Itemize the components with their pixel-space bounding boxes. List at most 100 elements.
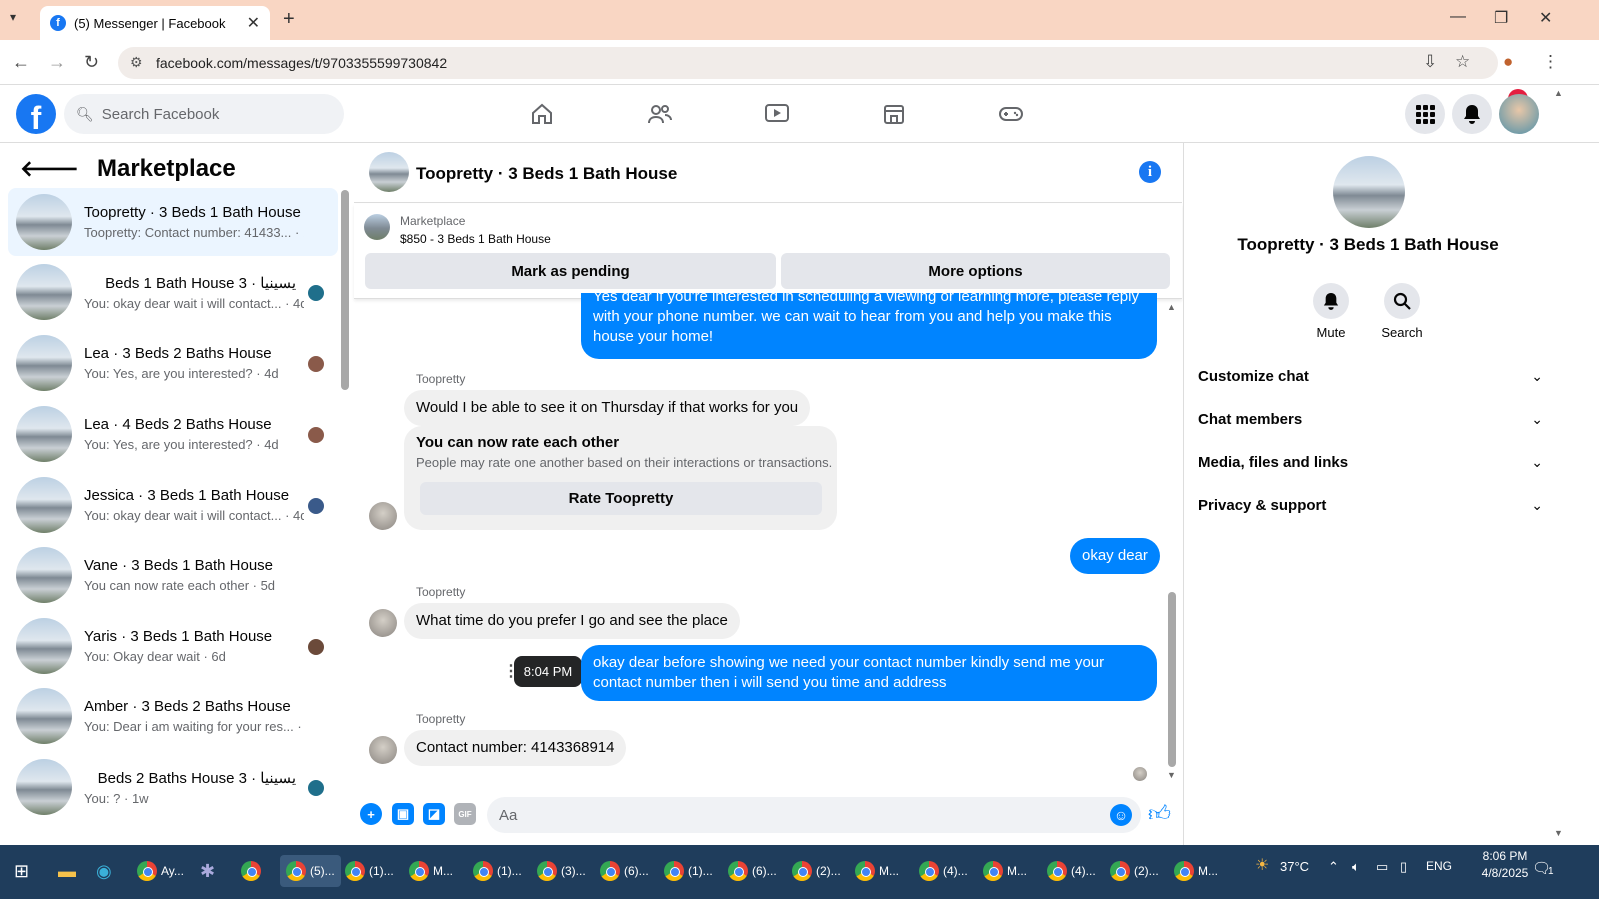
taskbar-chrome-window[interactable]: M... — [983, 855, 1027, 887]
incoming-message[interactable]: Would I be able to see it on Thursday if… — [404, 390, 811, 426]
gaming-icon[interactable] — [991, 98, 1031, 130]
taskbar-chrome-window[interactable]: (1)... — [664, 855, 713, 887]
chat-scrollbar[interactable] — [1168, 592, 1176, 767]
plus-icon[interactable]: + — [360, 803, 382, 825]
privacy-support-section[interactable]: Privacy & support ⌄ — [1198, 497, 1543, 514]
marketplace-icon[interactable] — [874, 98, 914, 130]
listing-price[interactable]: $850 - 3 Beds 1 Bath House — [400, 232, 551, 246]
gif-icon[interactable]: GIF — [454, 803, 476, 825]
language-indicator[interactable]: ENG — [1426, 859, 1452, 873]
edge-icon[interactable]: ◉ — [96, 855, 112, 887]
incoming-message[interactable]: What time do you prefer I go and see the… — [404, 603, 740, 639]
sender-avatar[interactable] — [369, 502, 397, 530]
like-thumb-icon[interactable]: 👍︎ — [1148, 800, 1171, 827]
taskbar-chrome-window[interactable]: (4)... — [1047, 855, 1096, 887]
taskbar-chrome-window[interactable]: (2)... — [1110, 855, 1159, 887]
taskbar-chrome-window[interactable]: (4)... — [919, 855, 968, 887]
conversation-item[interactable]: Lea · 3 Beds 2 Baths House You: Yes, are … — [8, 329, 338, 397]
menu-grid-icon[interactable] — [1405, 94, 1445, 134]
chat-info-thumbnail[interactable] — [1333, 156, 1405, 228]
mark-as-pending-button[interactable]: Mark as pending — [365, 253, 776, 289]
back-icon[interactable]: ← — [12, 52, 30, 73]
mute-button[interactable]: Mute — [1301, 283, 1361, 340]
left-scrollbar[interactable] — [341, 190, 349, 390]
taskbar-chrome-window[interactable]: M... — [409, 855, 453, 887]
incoming-message[interactable]: Contact number: 4143368914 — [404, 730, 627, 766]
info-icon[interactable]: i — [1139, 161, 1161, 183]
conversation-item[interactable]: يسينيا · 3 Beds 1 Bath House You: okay de… — [8, 258, 338, 326]
account-avatar[interactable] — [1499, 94, 1539, 134]
chat-title[interactable]: Toopretty · 3 Beds 1 Bath House — [416, 164, 677, 184]
network-icon[interactable]: ▯ — [1400, 859, 1407, 875]
scroll-down-icon[interactable]: ▼ — [1167, 770, 1176, 780]
taskbar-chrome-window-active[interactable]: (5)... — [280, 855, 341, 887]
outgoing-message[interactable]: okay dear before showing we need your co… — [581, 645, 1157, 701]
browser-menu-icon[interactable]: ⋮ — [1542, 52, 1559, 72]
conversation-item[interactable]: Vane · 3 Beds 1 Bath House You can now ra… — [8, 541, 338, 609]
facebook-search-input[interactable]: 🔍︎ Search Facebook — [64, 94, 344, 134]
tray-overflow-icon[interactable]: ⌃ — [1328, 859, 1339, 875]
install-app-icon[interactable]: ⇩ — [1423, 52, 1437, 72]
photo-icon[interactable]: ▣ — [392, 803, 414, 825]
taskbar-chrome-window[interactable]: (3)... — [537, 855, 586, 887]
rate-button[interactable]: Rate Toopretty — [420, 482, 822, 515]
restore-icon[interactable]: ❐ — [1494, 8, 1508, 28]
taskbar-chrome-window[interactable]: M... — [855, 855, 899, 887]
tab-search-icon[interactable]: ▾ — [10, 10, 16, 24]
app-icon[interactable]: ✱ — [200, 855, 215, 887]
more-options-button[interactable]: More options — [781, 253, 1170, 289]
conversation-item[interactable]: Jessica · 3 Beds 1 Bath House You: okay d… — [8, 471, 338, 539]
window-close-icon[interactable]: ✕ — [1539, 8, 1552, 28]
outgoing-message[interactable]: okay dear — [1070, 538, 1160, 574]
conversation-item[interactable]: Toopretty · 3 Beds 1 Bath House Toopretty… — [8, 188, 338, 256]
message-input[interactable]: Aa — [487, 797, 1141, 833]
emoji-icon[interactable]: ☺ — [1110, 804, 1132, 826]
battery-icon[interactable]: ▭ — [1376, 859, 1388, 875]
outgoing-message[interactable]: Yes dear if you're interested in schedul… — [581, 293, 1157, 359]
media-files-section[interactable]: Media, files and links ⌄ — [1198, 454, 1543, 471]
volume-icon[interactable]: 🔈︎ — [1352, 859, 1360, 875]
start-icon[interactable]: ⊞ — [14, 855, 29, 887]
page-scroll-down-icon[interactable]: ▼ — [1554, 828, 1563, 838]
chat-members-section[interactable]: Chat members ⌄ — [1198, 411, 1543, 428]
reload-icon[interactable]: ↻ — [84, 52, 99, 73]
clock[interactable]: 8:06 PM 4/8/2025 — [1470, 849, 1540, 880]
taskbar-chrome-window[interactable]: (6)... — [728, 855, 777, 887]
url-bar[interactable]: ⚙ facebook.com/messages/t/97033555997308… — [118, 47, 1498, 79]
notifications-bell-icon[interactable] — [1452, 94, 1492, 134]
sender-avatar[interactable] — [369, 736, 397, 764]
taskbar-chrome-window[interactable]: (6)... — [600, 855, 649, 887]
minimize-icon[interactable]: — — [1450, 8, 1466, 26]
search-in-chat-button[interactable]: Search — [1372, 283, 1432, 340]
taskbar-chrome-window[interactable]: (1)... — [473, 855, 522, 887]
home-icon[interactable] — [522, 98, 562, 130]
conversation-item[interactable]: يسينيا · 3 Beds 2 Baths House You: ? · 1w — [8, 753, 338, 821]
conversation-item[interactable]: Yaris · 3 Beds 1 Bath House You: Okay dea… — [8, 612, 338, 680]
conversation-item[interactable]: Amber · 3 Beds 2 Baths House You: Dear i … — [8, 682, 338, 750]
listing-banner-thumbnail[interactable] — [364, 214, 390, 240]
taskbar-chrome-window[interactable]: (2)... — [792, 855, 841, 887]
temperature[interactable]: 37°C — [1280, 859, 1309, 874]
page-scroll-up-icon[interactable]: ▲ — [1554, 88, 1563, 98]
taskbar-chrome-window[interactable]: M... — [1174, 855, 1218, 887]
weather-icon[interactable]: ☀ — [1255, 855, 1269, 875]
conversation-item[interactable]: Lea · 4 Beds 2 Baths House You: Yes, are … — [8, 400, 338, 468]
bookmark-star-icon[interactable]: ☆ — [1455, 52, 1470, 72]
chrome-icon[interactable] — [241, 855, 265, 887]
customize-chat-section[interactable]: Customize chat ⌄ — [1198, 368, 1543, 385]
video-icon[interactable] — [757, 98, 797, 130]
chat-listing-thumbnail[interactable] — [369, 152, 409, 192]
forward-icon[interactable]: → — [48, 52, 66, 73]
new-tab-icon[interactable]: + — [283, 8, 295, 31]
friends-icon[interactable] — [640, 98, 680, 130]
site-info-icon[interactable]: ⚙ — [130, 54, 143, 71]
browser-tab[interactable]: f (5) Messenger | Facebook ✕ — [40, 6, 270, 40]
facebook-logo-icon[interactable]: f — [16, 94, 56, 134]
taskbar-chrome-window[interactable]: (1)... — [345, 855, 394, 887]
sender-avatar[interactable] — [369, 609, 397, 637]
tab-close-icon[interactable]: ✕ — [247, 13, 260, 33]
back-arrow-icon[interactable]: 🡐 — [20, 156, 79, 182]
taskbar-chrome-window[interactable]: Ay... — [137, 855, 184, 887]
sticker-icon[interactable]: ◪ — [423, 803, 445, 825]
profile-icon[interactable]: ● — [1503, 52, 1513, 72]
